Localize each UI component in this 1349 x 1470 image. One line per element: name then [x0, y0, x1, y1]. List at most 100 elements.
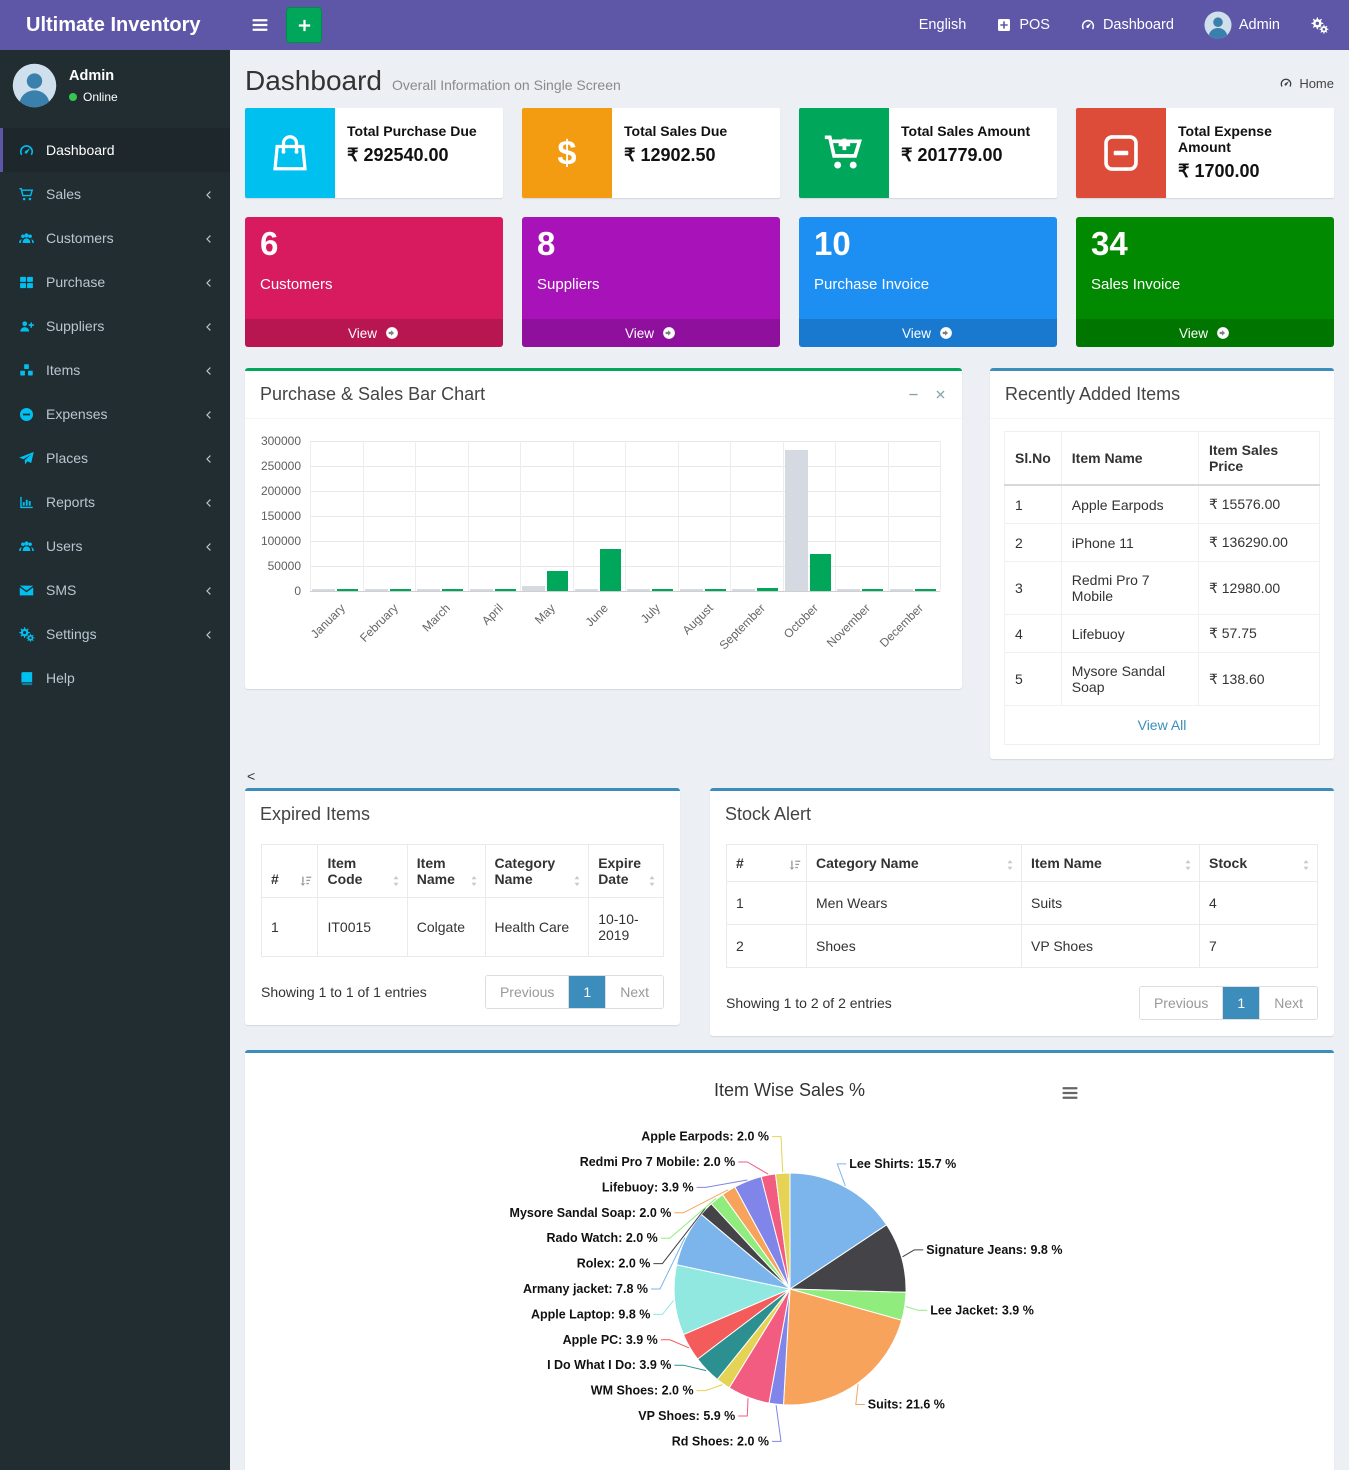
collapse-icon[interactable]: [907, 388, 920, 401]
column-header-item-name[interactable]: Item Name: [1022, 845, 1200, 882]
sidebar-item-dashboard[interactable]: Dashboard: [0, 128, 230, 172]
y-tick-label: 150000: [255, 509, 301, 523]
column-header-category-name[interactable]: Category Name: [485, 845, 589, 898]
sidebar-item-reports[interactable]: Reports: [0, 480, 230, 524]
info-box-total-expense-amount: Total Expense Amount₹ 1700.00: [1076, 108, 1334, 198]
close-icon[interactable]: [934, 388, 947, 401]
quick-add-button[interactable]: [286, 7, 322, 43]
navbar-left: [230, 0, 322, 50]
gridline: [940, 441, 941, 591]
pie-label-mysore-sandal-soap: Mysore Sandal Soap: 2.0 %: [510, 1206, 672, 1220]
summary-card-sales-invoice[interactable]: 34Sales InvoiceView: [1076, 217, 1334, 347]
column-header-stock[interactable]: Stock: [1200, 845, 1318, 882]
sidebar-item-suppliers[interactable]: Suppliers: [0, 304, 230, 348]
pagination: Previous 1 Next: [485, 975, 664, 1009]
bar-sales-september[interactable]: [757, 588, 778, 592]
bar-purchase-january[interactable]: [312, 589, 335, 591]
view-link[interactable]: View: [1076, 319, 1334, 347]
column-header-category-name[interactable]: Category Name: [807, 845, 1022, 882]
bar-purchase-march[interactable]: [417, 589, 440, 591]
bar-purchase-november[interactable]: [837, 589, 860, 591]
bar-purchase-april[interactable]: [470, 589, 493, 591]
arrow-circle-right-icon: [661, 325, 677, 341]
column-header--[interactable]: #: [727, 845, 807, 882]
sidebar-item-items[interactable]: Items: [0, 348, 230, 392]
view-link[interactable]: View: [522, 319, 780, 347]
pagination-page-1[interactable]: 1: [1222, 987, 1259, 1019]
info-box-total-purchase-due: Total Purchase Due₹ 292540.00: [245, 108, 503, 198]
chart-context-menu-icon[interactable]: [1060, 1083, 1080, 1103]
pagination-next[interactable]: Next: [1259, 987, 1317, 1019]
view-link[interactable]: View: [245, 319, 503, 347]
column-header--[interactable]: #: [262, 845, 318, 898]
user-menu[interactable]: Admin: [1204, 11, 1280, 39]
angle-left-icon: [203, 628, 215, 640]
bar-purchase-october[interactable]: [785, 450, 808, 592]
bar-sales-november[interactable]: [862, 589, 883, 591]
pagination-page-1[interactable]: 1: [568, 976, 605, 1008]
plus-icon: [296, 17, 313, 34]
cart-icon: [18, 186, 35, 203]
pos-link[interactable]: POS: [996, 17, 1050, 33]
language-menu[interactable]: English: [919, 17, 967, 33]
summary-card-customers[interactable]: 6CustomersView: [245, 217, 503, 347]
view-link[interactable]: View: [799, 319, 1057, 347]
sidebar-item-sms[interactable]: SMS: [0, 568, 230, 612]
top-navbar: Ultimate Inventory English POS Dashboard…: [0, 0, 1349, 50]
gridline: [835, 441, 836, 591]
pagination-previous[interactable]: Previous: [486, 976, 568, 1008]
sort-icon: [1181, 858, 1195, 872]
pie-label-i-do-what-i-do: I Do What I Do: 3.9 %: [547, 1358, 671, 1372]
sidebar-item-users[interactable]: Users: [0, 524, 230, 568]
summary-card-suppliers[interactable]: 8SuppliersView: [522, 217, 780, 347]
view-all-link[interactable]: View All: [1004, 706, 1320, 745]
bar-chart-icon: [18, 494, 35, 511]
pie-label-connector: [772, 1137, 783, 1173]
panel-tools: [907, 388, 947, 401]
column-header-item-code[interactable]: Item Code: [318, 845, 407, 898]
bar-purchase-june[interactable]: [575, 589, 598, 591]
user-status[interactable]: Online: [69, 90, 118, 104]
sidebar-item-places[interactable]: Places: [0, 436, 230, 480]
pagination-next[interactable]: Next: [605, 976, 663, 1008]
settings-gears-icon[interactable]: [1310, 16, 1329, 35]
sidebar-item-help[interactable]: Help: [0, 656, 230, 700]
sidebar-item-expenses[interactable]: Expenses: [0, 392, 230, 436]
sort-icon: [1003, 858, 1017, 872]
table-cell: 2: [1005, 524, 1062, 562]
column-header-expire-date[interactable]: Expire Date: [589, 845, 664, 898]
brand-logo[interactable]: Ultimate Inventory: [0, 0, 230, 50]
bar-sales-january[interactable]: [337, 589, 358, 591]
pie-label-wm-shoes: WM Shoes: 2.0 %: [591, 1384, 694, 1398]
table-cell: Men Wears: [807, 882, 1022, 925]
breadcrumb[interactable]: Home: [1279, 76, 1334, 91]
bar-purchase-july[interactable]: [627, 589, 650, 591]
sidebar-toggle-icon[interactable]: [250, 15, 270, 35]
bar-sales-may[interactable]: [547, 571, 568, 591]
pagination-previous[interactable]: Previous: [1140, 987, 1222, 1019]
sidebar-item-settings[interactable]: Settings: [0, 612, 230, 656]
sidebar-item-customers[interactable]: Customers: [0, 216, 230, 260]
bar-sales-june[interactable]: [600, 549, 621, 592]
table-cell: ₹ 12980.00: [1198, 562, 1319, 615]
bar-sales-october[interactable]: [810, 554, 831, 592]
bar-purchase-december[interactable]: [890, 589, 913, 591]
summary-card-purchase-invoice[interactable]: 10Purchase InvoiceView: [799, 217, 1057, 347]
bar-purchase-september[interactable]: [732, 589, 755, 591]
dashboard-link[interactable]: Dashboard: [1080, 17, 1174, 33]
bar-sales-december[interactable]: [915, 589, 936, 591]
bar-sales-february[interactable]: [390, 589, 411, 591]
bar-purchase-february[interactable]: [365, 589, 388, 591]
bar-sales-march[interactable]: [442, 589, 463, 591]
table-cell: 4: [1005, 615, 1062, 653]
bar-sales-april[interactable]: [495, 589, 516, 591]
bar-purchase-may[interactable]: [522, 586, 545, 591]
sidebar-item-sales[interactable]: Sales: [0, 172, 230, 216]
sidebar-item-label: Purchase: [46, 274, 105, 290]
bar-sales-july[interactable]: [652, 589, 673, 591]
sidebar-item-purchase[interactable]: Purchase: [0, 260, 230, 304]
column-header-item-name[interactable]: Item Name: [407, 845, 485, 898]
panel-title: Expired Items: [260, 804, 370, 825]
bar-purchase-august[interactable]: [680, 589, 703, 591]
bar-sales-august[interactable]: [705, 589, 726, 591]
